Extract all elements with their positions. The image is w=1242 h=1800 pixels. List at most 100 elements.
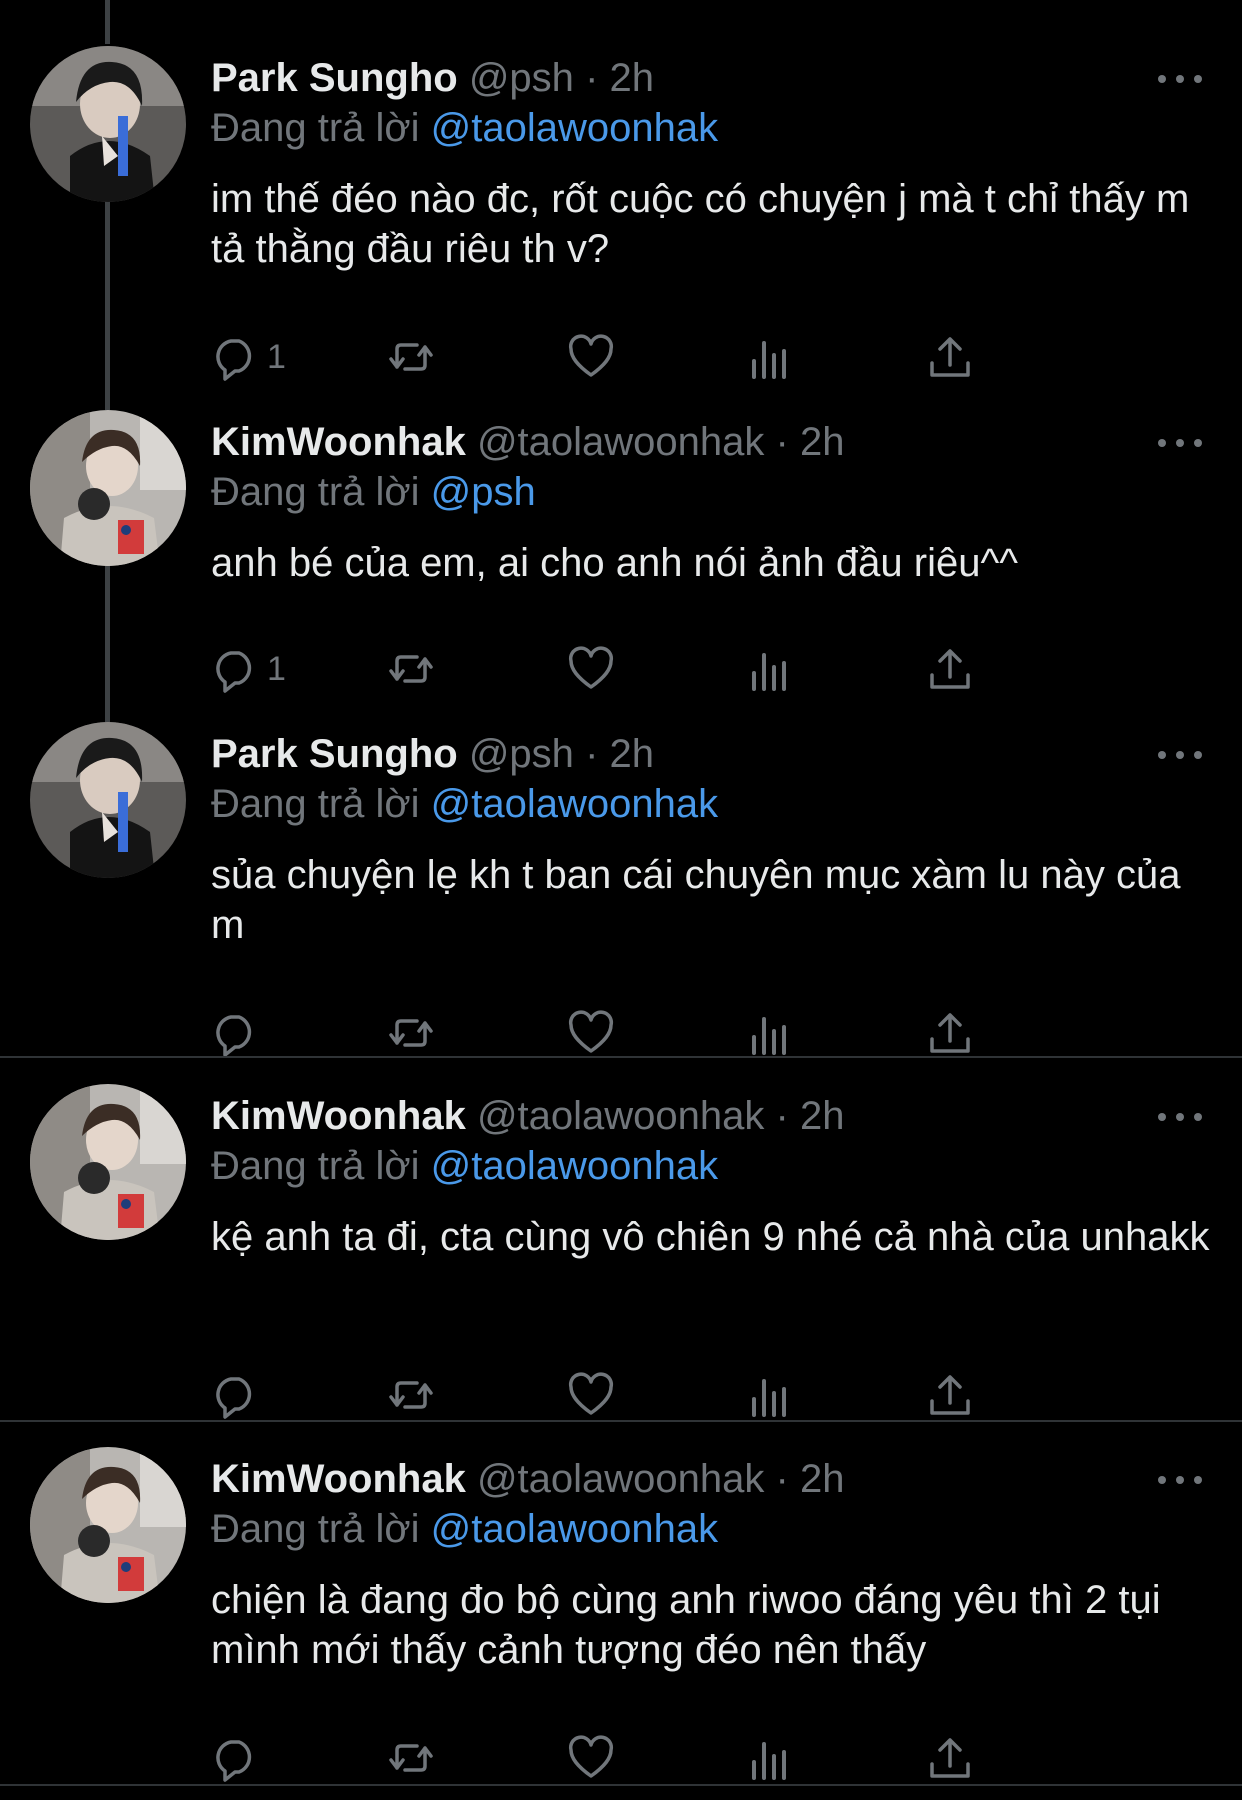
action-bar: 1 (211, 332, 1111, 382)
separator-dot: · (775, 420, 789, 464)
more-icon[interactable] (1158, 1102, 1202, 1132)
user-handle[interactable]: @taolawoonhak (477, 1094, 764, 1138)
tweet-header: KimWoonhak @taolawoonhak · 2h (211, 1455, 845, 1503)
views-button[interactable] (746, 332, 794, 382)
like-button[interactable] (567, 1370, 615, 1420)
tweet-text: kệ anh ta đi, cta cùng vô chiên 9 nhé cả… (211, 1215, 1210, 1259)
avatar-kim[interactable] (30, 410, 186, 566)
timestamp[interactable]: 2h (800, 1457, 845, 1501)
reply-button[interactable]: 1 (211, 332, 286, 382)
retweet-button[interactable] (387, 1008, 435, 1058)
mention-link[interactable]: @taolawoonhak (431, 106, 718, 150)
like-icon (568, 1010, 614, 1053)
views-button[interactable] (746, 1370, 794, 1420)
replying-label: Đang trả lời (211, 470, 420, 514)
like-button[interactable] (567, 1008, 615, 1058)
more-icon[interactable] (1158, 428, 1202, 458)
share-button[interactable] (926, 644, 974, 694)
retweet-button[interactable] (387, 1733, 435, 1783)
replying-to: Đang trả lời @taolawoonhak (211, 104, 718, 152)
thread-line (105, 0, 110, 44)
action-bar: 1 (211, 644, 1111, 694)
display-name[interactable]: KimWoonhak (211, 420, 466, 464)
timestamp[interactable]: 2h (610, 732, 655, 776)
separator-dot: · (775, 1457, 789, 1501)
reply-icon (216, 1015, 252, 1057)
avatar-kim[interactable] (30, 1447, 186, 1603)
views-icon (752, 341, 786, 379)
avatar-park-image (30, 722, 186, 878)
tweet-divider (0, 1056, 1242, 1058)
more-icon[interactable] (1158, 1465, 1202, 1495)
reply-button[interactable] (211, 1008, 267, 1058)
retweet-button[interactable] (387, 644, 435, 694)
share-button[interactable] (926, 332, 974, 382)
mention-link[interactable]: @taolawoonhak (431, 1507, 718, 1551)
mention-link[interactable]: @psh (431, 470, 536, 514)
views-button[interactable] (746, 1008, 794, 1058)
more-icon[interactable] (1158, 740, 1202, 770)
share-icon (930, 1738, 970, 1778)
avatar-park[interactable] (30, 46, 186, 202)
display-name[interactable]: KimWoonhak (211, 1094, 466, 1138)
views-icon (752, 1017, 786, 1055)
share-icon (930, 1375, 970, 1415)
tweet-text: sủa chuyện lẹ kh t ban cái chuyên mục xà… (211, 853, 1181, 947)
thread-line (105, 200, 110, 410)
replying-label: Đang trả lời (211, 782, 420, 826)
avatar-kim[interactable] (30, 1084, 186, 1240)
like-button[interactable] (567, 332, 615, 382)
separator-dot: · (585, 732, 599, 776)
like-button[interactable] (567, 644, 615, 694)
user-handle[interactable]: @taolawoonhak (477, 420, 764, 464)
reply-icon (216, 651, 252, 693)
retweet-icon (389, 655, 433, 683)
retweet-button[interactable] (387, 332, 435, 382)
user-handle[interactable]: @psh (469, 56, 574, 100)
mention-link[interactable]: @taolawoonhak (431, 1144, 718, 1188)
views-button[interactable] (746, 1733, 794, 1783)
reply-button[interactable]: 1 (211, 644, 286, 694)
more-icon[interactable] (1158, 64, 1202, 94)
avatar-kim-image (30, 410, 186, 566)
replying-to: Đang trả lời @taolawoonhak (211, 780, 718, 828)
user-handle[interactable]: @taolawoonhak (477, 1457, 764, 1501)
tweet-header: KimWoonhak @taolawoonhak · 2h (211, 1092, 845, 1140)
share-button[interactable] (926, 1370, 974, 1420)
like-icon (568, 646, 614, 689)
tweet-text: chiện là đang đo bộ cùng anh riwoo đáng … (211, 1578, 1161, 1672)
separator-dot: · (585, 56, 599, 100)
display-name[interactable]: Park Sungho (211, 56, 458, 100)
timestamp[interactable]: 2h (800, 1094, 845, 1138)
tweet-text: im thế đéo nào đc, rốt cuộc có chuyện j … (211, 177, 1190, 271)
like-button[interactable] (567, 1733, 615, 1783)
display-name[interactable]: KimWoonhak (211, 1457, 466, 1501)
share-icon (930, 337, 970, 377)
timestamp[interactable]: 2h (800, 420, 845, 464)
views-button[interactable] (746, 644, 794, 694)
reply-count: 1 (267, 649, 286, 688)
retweet-button[interactable] (387, 1370, 435, 1420)
reply-icon (216, 1740, 252, 1782)
reply-count: 1 (267, 337, 286, 376)
views-icon (752, 1742, 786, 1780)
avatar-kim-image (30, 1084, 186, 1240)
share-icon (930, 1013, 970, 1053)
views-icon (752, 1379, 786, 1417)
reply-icon (216, 339, 252, 381)
share-button[interactable] (926, 1008, 974, 1058)
reply-button[interactable] (211, 1733, 267, 1783)
avatar-kim-image (30, 1447, 186, 1603)
mention-link[interactable]: @taolawoonhak (431, 782, 718, 826)
like-icon (568, 1372, 614, 1415)
share-button[interactable] (926, 1733, 974, 1783)
timestamp[interactable]: 2h (610, 56, 655, 100)
avatar-park[interactable] (30, 722, 186, 878)
replying-label: Đang trả lời (211, 106, 420, 150)
user-handle[interactable]: @psh (469, 732, 574, 776)
thread-line (105, 565, 110, 722)
display-name[interactable]: Park Sungho (211, 732, 458, 776)
like-icon (568, 334, 614, 377)
replying-label: Đang trả lời (211, 1507, 420, 1551)
reply-button[interactable] (211, 1370, 267, 1420)
